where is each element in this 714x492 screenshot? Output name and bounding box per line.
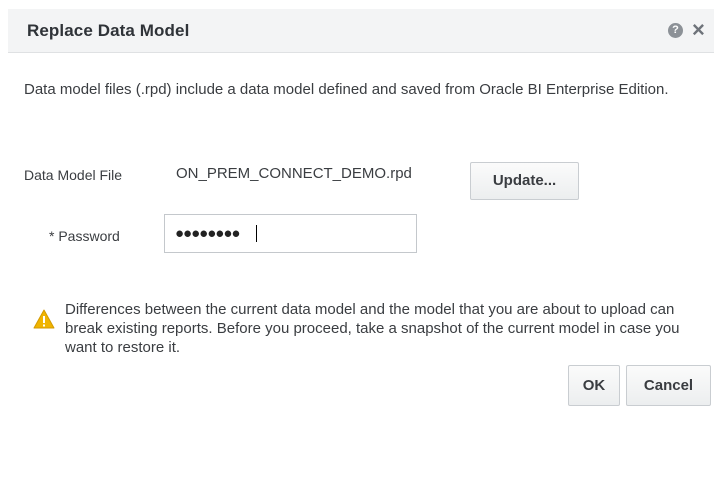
text-caret (256, 225, 257, 242)
dialog-header: Replace Data Model ? × (8, 9, 714, 53)
data-model-file-label: Data Model File (24, 167, 123, 183)
cancel-button[interactable]: Cancel (626, 365, 711, 406)
ok-button[interactable]: OK (568, 365, 620, 406)
help-icon[interactable]: ? (668, 23, 683, 38)
update-button[interactable]: Update... (470, 162, 579, 200)
warning-message: Differences between the current data mod… (65, 301, 680, 356)
password-label: * Password (49, 228, 120, 244)
close-icon[interactable]: × (692, 18, 705, 42)
dialog-description: Data model files (.rpd) include a data m… (24, 81, 669, 98)
replace-data-model-dialog: Replace Data Model ? × Data model files … (8, 9, 714, 492)
data-model-file-name: ON_PREM_CONNECT_DEMO.rpd (176, 165, 412, 182)
password-masked-value: ●●●●●●●● (175, 225, 240, 242)
warning-icon (33, 309, 55, 329)
required-marker: * (49, 228, 55, 244)
dialog-title: Replace Data Model (27, 21, 190, 40)
password-label-text: Password (58, 228, 120, 244)
password-input[interactable]: ●●●●●●●● (164, 214, 417, 253)
